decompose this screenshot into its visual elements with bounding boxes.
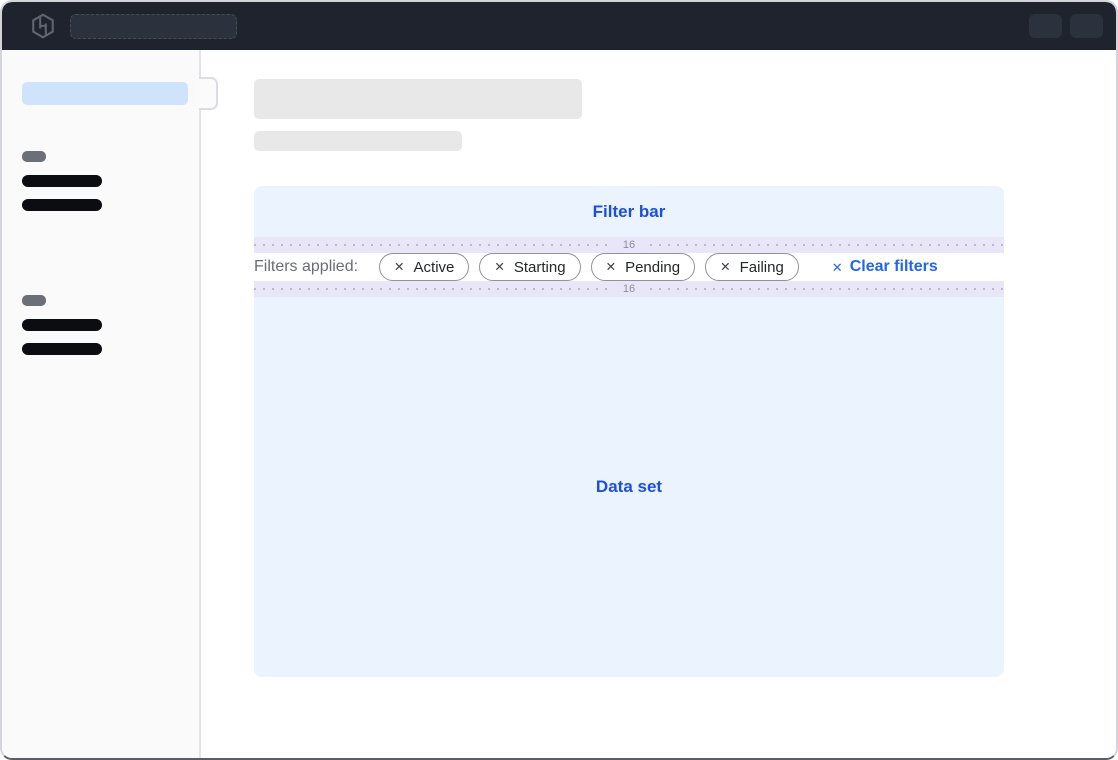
filter-chip-label: Starting xyxy=(514,259,566,276)
filter-chip-starting[interactable]: ✕ Starting xyxy=(479,253,580,281)
filter-bar-region: Filter bar xyxy=(254,186,1004,237)
spacing-value: 16 xyxy=(614,281,644,297)
filters-applied-row: Filters applied: ✕ Active ✕ Starting ✕ P xyxy=(254,253,1004,281)
clear-filters-button[interactable]: ✕ Clear filters xyxy=(832,258,938,276)
data-set-region: Data set xyxy=(254,297,1004,677)
sidebar-section-heading-skeleton xyxy=(22,295,46,306)
filter-chip-label: Failing xyxy=(740,259,784,276)
clear-filters-icon: ✕ xyxy=(832,261,843,274)
filter-chip-pending[interactable]: ✕ Pending xyxy=(591,253,696,281)
dismiss-icon: ✕ xyxy=(606,261,616,274)
window-frame: Filter bar 16 Filters applied: ✕ Active … xyxy=(0,0,1118,760)
sidebar-item-skeleton[interactable] xyxy=(22,343,102,355)
page-title-skeleton xyxy=(254,79,582,119)
filters-applied-label: Filters applied: xyxy=(254,258,358,276)
sidebar-item-selected[interactable] xyxy=(22,82,188,105)
main-content: Filter bar 16 Filters applied: ✕ Active … xyxy=(201,50,1116,758)
filter-chip-active[interactable]: ✕ Active xyxy=(379,253,469,281)
spacing-value: 16 xyxy=(614,237,644,253)
sidebar xyxy=(2,50,201,758)
dismiss-icon: ✕ xyxy=(720,261,730,274)
sidebar-collapse-handle[interactable] xyxy=(199,77,218,110)
spacing-annotation-top: 16 xyxy=(254,237,1004,253)
topbar-actions xyxy=(1029,14,1103,38)
dismiss-icon: ✕ xyxy=(394,261,404,274)
data-set-label: Data set xyxy=(596,477,662,497)
clear-filters-label: Clear filters xyxy=(850,258,938,276)
filter-chip-label: Active xyxy=(414,259,455,276)
sidebar-item-skeleton[interactable] xyxy=(22,175,102,187)
search-input[interactable] xyxy=(70,14,237,39)
filter-bar-label: Filter bar xyxy=(593,202,666,222)
topbar-action-button-2[interactable] xyxy=(1070,14,1103,38)
sidebar-section-heading-skeleton xyxy=(22,151,46,162)
top-bar xyxy=(2,2,1116,50)
filter-chips: ✕ Active ✕ Starting ✕ Pending ✕ xyxy=(379,253,799,281)
page-subtitle-skeleton xyxy=(254,131,462,151)
filter-chip-failing[interactable]: ✕ Failing xyxy=(705,253,799,281)
filter-chip-label: Pending xyxy=(625,259,680,276)
dismiss-icon: ✕ xyxy=(494,261,504,274)
spacing-annotation-bottom: 16 xyxy=(254,281,1004,297)
hashicorp-logo-icon xyxy=(30,13,56,39)
sidebar-item-skeleton[interactable] xyxy=(22,319,102,331)
topbar-action-button-1[interactable] xyxy=(1029,14,1062,38)
sidebar-item-skeleton[interactable] xyxy=(22,199,102,211)
